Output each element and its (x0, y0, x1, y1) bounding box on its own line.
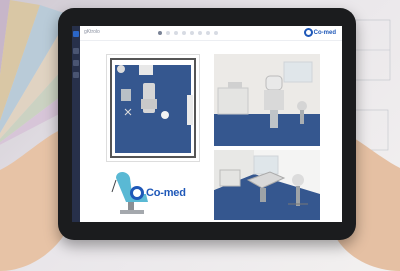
brand-logo-large: Co-med (130, 186, 186, 200)
brand-logo-small: Co-med (303, 28, 336, 37)
page-dot[interactable] (198, 31, 202, 35)
app-sidebar (72, 26, 80, 222)
tablet-device: gKtrolo Co-med Co-med (58, 8, 356, 240)
page-dot[interactable] (166, 31, 170, 35)
page-dot[interactable] (182, 31, 186, 35)
page-indicator[interactable] (158, 31, 218, 35)
logo-mark-icon (303, 28, 313, 37)
page-dot[interactable] (190, 31, 194, 35)
page-dot[interactable] (206, 31, 210, 35)
list-icon[interactable] (73, 60, 79, 66)
exam-room-3d-image[interactable] (214, 54, 320, 146)
floor-plan-image[interactable] (106, 54, 200, 162)
page-dot[interactable] (174, 31, 178, 35)
logo-mark-icon (130, 186, 144, 200)
page-dot[interactable] (214, 31, 218, 35)
logo-text: Co-med (146, 187, 186, 199)
settings-icon[interactable] (73, 72, 79, 78)
menu-icon[interactable] (73, 48, 79, 54)
page-dot[interactable] (158, 31, 162, 35)
logo-text: Co-med (313, 29, 336, 36)
isometric-room-image[interactable] (214, 150, 320, 220)
app-topbar: gKtrolo Co-med (80, 26, 342, 41)
tablet-screen: gKtrolo Co-med Co-med (72, 26, 342, 222)
home-icon[interactable] (73, 31, 79, 37)
app-title: gKtrolo (84, 29, 100, 35)
